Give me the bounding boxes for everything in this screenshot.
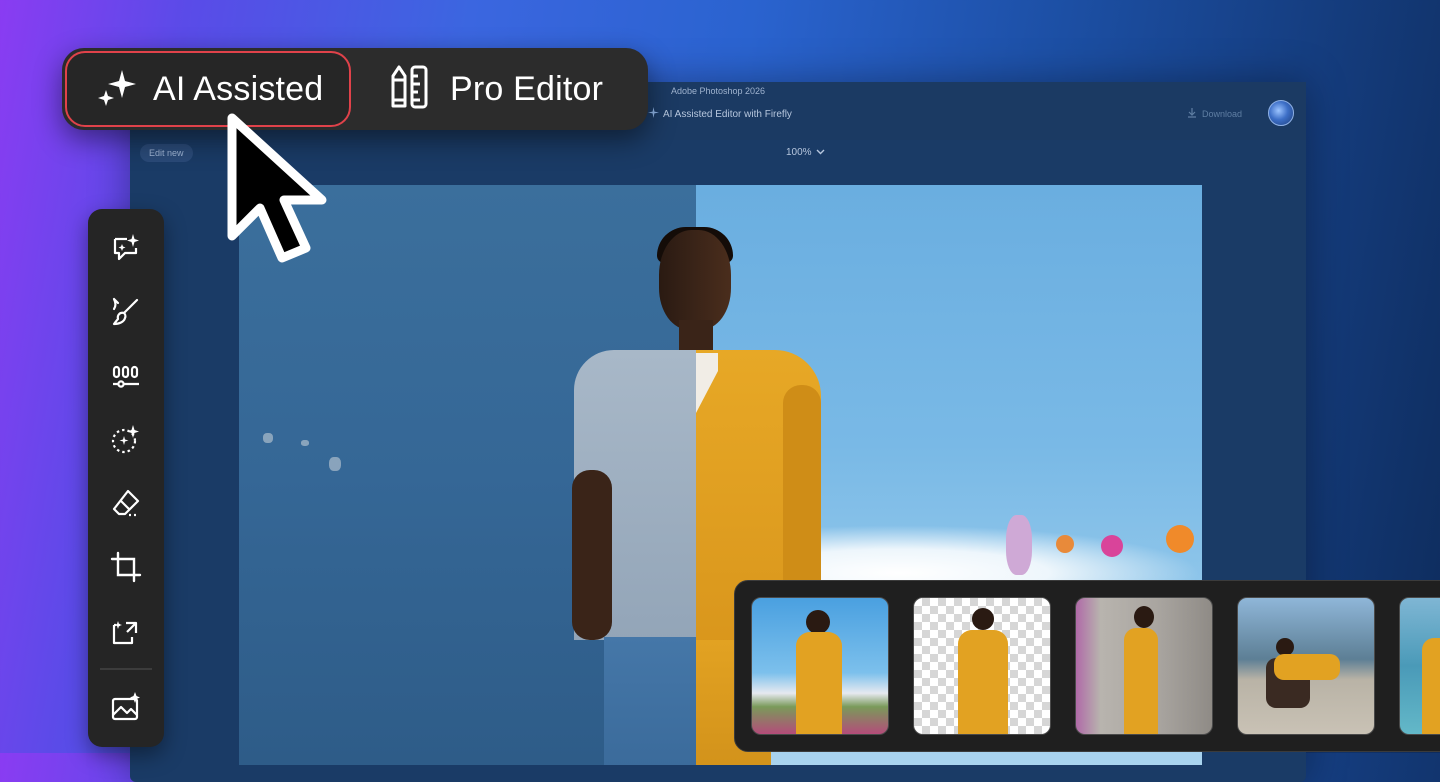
pro-editor-label: Pro Editor (450, 69, 604, 108)
pencil-ruler-icon (388, 64, 430, 115)
variant-thumb-flower-field[interactable] (751, 597, 889, 735)
select-sparkle-icon[interactable] (106, 419, 146, 459)
zoom-select[interactable]: 100% (786, 147, 825, 158)
variant-thumb-pool[interactable] (1399, 597, 1440, 735)
crop-icon[interactable] (106, 547, 146, 587)
thumb-suit (1422, 638, 1440, 734)
flower (1101, 535, 1123, 557)
thumb-suit (1274, 654, 1340, 680)
edit-new-button[interactable]: Edit new (140, 144, 193, 162)
wall-spot (329, 457, 341, 471)
variant-thumb-concrete-room[interactable] (1075, 597, 1213, 735)
variant-thumb-transparent[interactable] (913, 597, 1051, 735)
variant-thumb-lounge-chair[interactable] (1237, 597, 1375, 735)
avatar[interactable] (1268, 100, 1294, 126)
rail-divider (100, 668, 152, 670)
download-label: Download (1201, 109, 1242, 119)
mode-switcher: AI Assisted Pro Editor (62, 48, 648, 130)
wall-spot (301, 440, 309, 446)
thumb-suit (1124, 628, 1158, 734)
chevron-down-icon (816, 147, 825, 158)
pro-editor-toggle[interactable]: Pro Editor (380, 51, 648, 127)
thumb-head (972, 608, 994, 630)
download-button[interactable]: Download (1187, 108, 1242, 120)
download-icon (1187, 108, 1197, 120)
ai-assisted-label: AI Assisted (153, 69, 324, 108)
flower (1006, 515, 1032, 575)
thumb-suit (796, 632, 842, 734)
eraser-icon[interactable] (106, 483, 146, 523)
adjust-sliders-icon[interactable] (106, 355, 146, 395)
zoom-value: 100% (786, 147, 812, 158)
wall-spot (263, 433, 273, 443)
expand-icon[interactable] (106, 611, 146, 651)
variants-strip (734, 580, 1440, 752)
subtitle-text: AI Assisted Editor with Firefly (663, 108, 792, 120)
thumb-head (806, 610, 830, 634)
flower (1166, 525, 1194, 553)
thumb-head (1134, 606, 1154, 628)
app-subtitle: AI Assisted Editor with Firefly (648, 107, 792, 121)
flower (1056, 535, 1074, 553)
person-arm (572, 470, 612, 640)
generate-image-icon[interactable] (106, 687, 146, 727)
thumb-suit (958, 630, 1008, 734)
sparkle-icon (648, 107, 659, 121)
sparkles-icon (95, 66, 137, 113)
brush-icon[interactable] (106, 291, 146, 331)
tool-rail (88, 209, 164, 747)
person-head (659, 230, 731, 330)
chat-sparkle-icon[interactable] (106, 227, 146, 267)
mouse-cursor-icon (220, 108, 330, 278)
jeans (604, 637, 696, 765)
